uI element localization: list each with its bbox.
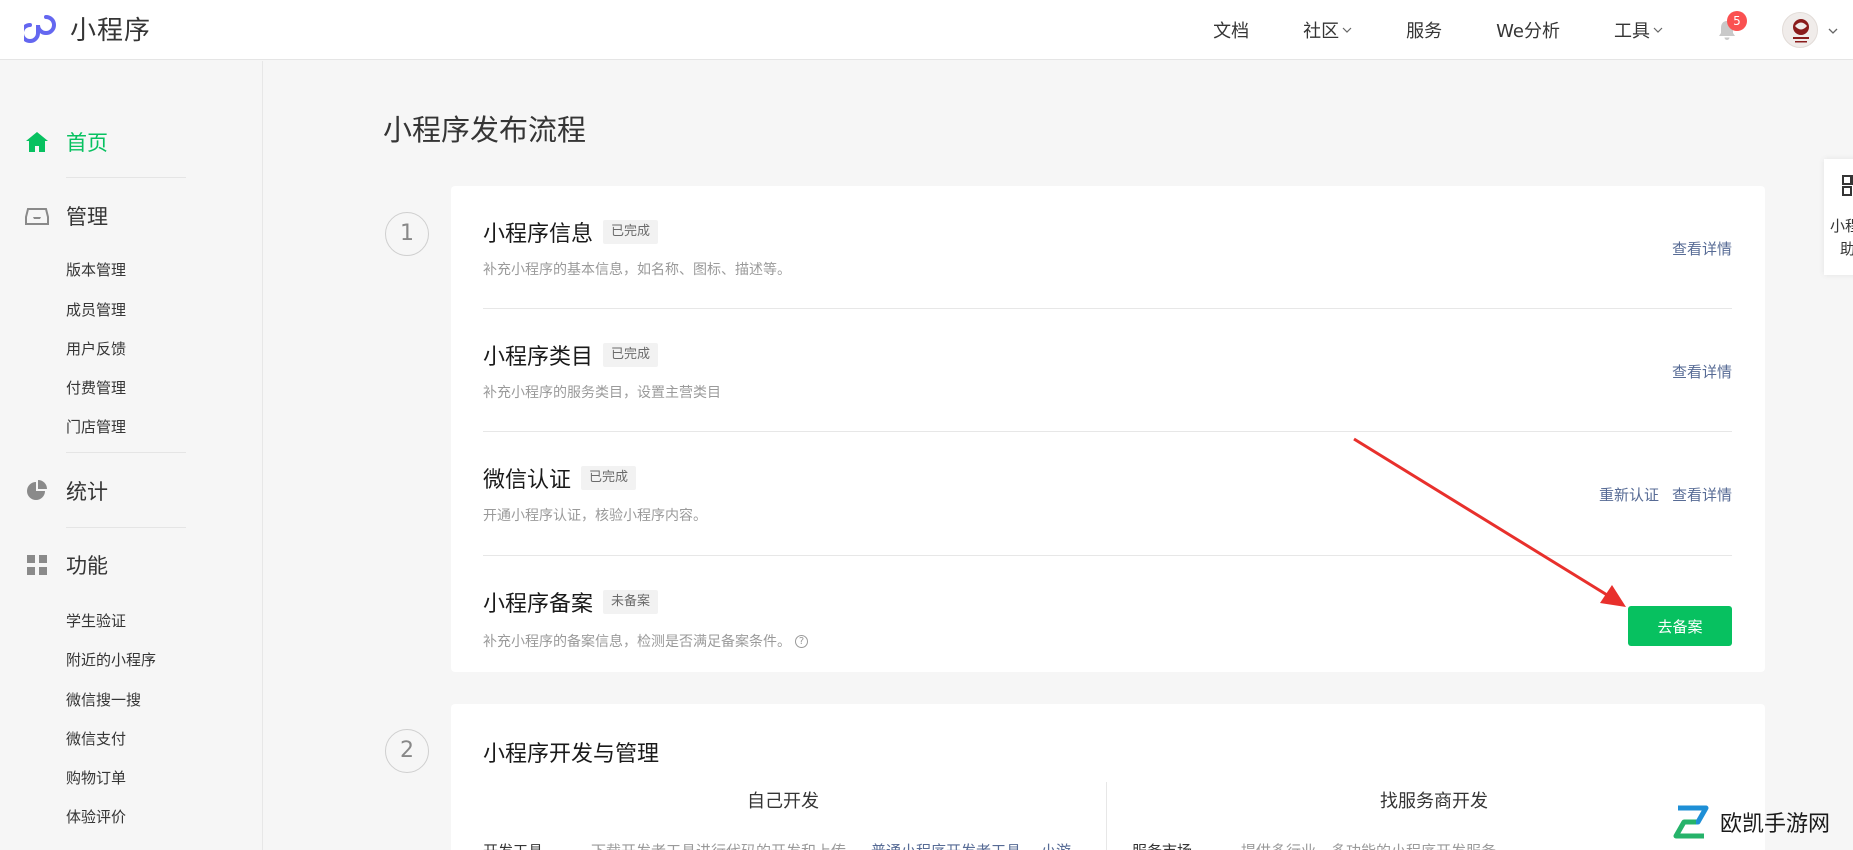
dev-tools-desc: 下载开发者工具进行代码的开发和上传，	[591, 840, 861, 850]
page-title: 小程序发布流程	[383, 113, 587, 147]
col-head-vendor: 找服务商开发	[1380, 791, 1488, 812]
sidebar-sub-reviews[interactable]: 体验评价	[66, 806, 126, 827]
nav-services[interactable]: 服务	[1406, 17, 1442, 43]
sidebar-sub-version[interactable]: 版本管理	[66, 259, 126, 280]
row-desc: 补充小程序的基本信息，如名称、图标、描述等。	[483, 262, 791, 278]
watermark-logo-icon	[1673, 805, 1709, 839]
chevron-down-icon[interactable]	[1827, 25, 1839, 37]
step-number: 1	[385, 212, 429, 256]
sidebar-sub-wechat-pay[interactable]: 微信支付	[66, 728, 126, 749]
nav-community-label: 社区	[1303, 21, 1340, 42]
view-details-link[interactable]: 查看详情	[1672, 238, 1732, 259]
mini-game-link[interactable]: 小游	[1041, 840, 1071, 850]
annotation-arrow	[1353, 437, 1626, 607]
nav-docs-label: 文档	[1213, 21, 1250, 42]
nav-community[interactable]: 社区	[1303, 17, 1352, 43]
nav-services-label: 服务	[1406, 21, 1443, 42]
sidebar-item-features-label: 功能	[66, 554, 108, 578]
home-icon	[26, 132, 48, 152]
sidebar-sub-stores[interactable]: 门店管理	[66, 416, 126, 437]
step-number: 2	[385, 729, 429, 773]
nav-we-analytics-label: We分析	[1496, 21, 1560, 42]
watermark-text: 欧凯手游网	[1720, 812, 1831, 837]
sidebar-item-features[interactable]: 功能	[24, 550, 108, 580]
sidebar-divider	[66, 177, 186, 178]
miniprogram-logo-icon	[24, 14, 56, 43]
float-helper-widget[interactable]: 小程 助	[1824, 159, 1853, 275]
logo[interactable]: 小程序	[24, 10, 151, 47]
service-market-label: 服务市场	[1132, 840, 1192, 850]
sidebar-item-home[interactable]: 首页	[24, 127, 108, 157]
float-text-line1: 小程	[1830, 217, 1853, 235]
nav-tools-label: 工具	[1614, 21, 1650, 42]
row-desc: 补充小程序的备案信息，检测是否满足备案条件。 ?	[483, 631, 808, 651]
watermark: 欧凯手游网	[1668, 802, 1830, 842]
inbox-icon	[25, 208, 49, 225]
top-nav: 文档 社区 服务 We分析 工具	[1159, 0, 1663, 60]
chevron-down-icon	[1342, 27, 1352, 33]
grid-icon	[27, 555, 47, 575]
sidebar-item-stats[interactable]: 统计	[24, 476, 108, 506]
notification-badge: 5	[1727, 11, 1747, 31]
sidebar-item-manage-label: 管理	[66, 205, 108, 229]
row-desc-text: 补充小程序的备案信息，检测是否满足备案条件。	[483, 634, 791, 650]
sidebar: 首页 管理 版本管理 成员管理 用户反馈 付费管理 门店管理 统计 功能 学生验…	[0, 61, 263, 850]
row-desc: 开通小程序认证，核验小程序内容。	[483, 508, 707, 524]
avatar[interactable]	[1782, 12, 1818, 48]
service-market-desc: 提供多行业、多功能的小程序开发服务	[1241, 840, 1496, 850]
row-title-text: 小程序信息	[483, 222, 594, 247]
row-title: 小程序类目 已完成	[483, 339, 659, 371]
row-desc: 补充小程序的服务类目，设置主营类目	[483, 385, 721, 401]
sidebar-divider	[66, 452, 186, 453]
status-badge: 未备案	[603, 590, 659, 614]
dev-tools-link[interactable]: 普通小程序开发者工具	[871, 840, 1021, 850]
nav-tools[interactable]: 工具	[1614, 17, 1663, 43]
nav-docs[interactable]: 文档	[1213, 17, 1249, 43]
column-divider	[1106, 782, 1107, 850]
qrcode-icon	[1842, 175, 1853, 196]
help-icon[interactable]: ?	[795, 634, 808, 648]
sidebar-item-stats-label: 统计	[66, 480, 108, 504]
step-row: 小程序类目 已完成 补充小程序的服务类目，设置主营类目 查看详情	[483, 309, 1732, 432]
view-details-link[interactable]: 查看详情	[1672, 484, 1732, 505]
row-title: 微信认证 已完成	[483, 462, 637, 494]
pie-chart-icon	[27, 480, 47, 500]
sidebar-sub-members[interactable]: 成员管理	[66, 299, 126, 320]
dev-tools-label: 开发工具	[483, 840, 543, 850]
chevron-down-icon	[1653, 27, 1663, 33]
logo-text: 小程序	[70, 16, 152, 46]
sidebar-divider	[66, 527, 186, 528]
step2-title: 小程序开发与管理	[483, 742, 660, 767]
view-details-link[interactable]: 查看详情	[1672, 361, 1732, 382]
sidebar-sub-feedback[interactable]: 用户反馈	[66, 338, 126, 359]
status-badge: 已完成	[603, 343, 659, 367]
row-title-text: 小程序备案	[483, 592, 594, 617]
avatar-emblem-icon	[1793, 19, 1809, 43]
sidebar-item-home-label: 首页	[66, 131, 108, 155]
sidebar-sub-search[interactable]: 微信搜一搜	[66, 689, 141, 710]
nav-we-analytics[interactable]: We分析	[1496, 17, 1560, 43]
status-badge: 已完成	[603, 220, 659, 244]
row-title: 小程序备案 未备案	[483, 586, 659, 618]
row-title: 小程序信息 已完成	[483, 216, 659, 248]
top-header: 小程序 文档 社区 服务 We分析 工具 5	[0, 0, 1853, 60]
sidebar-item-manage[interactable]: 管理	[24, 201, 108, 231]
step-row: 小程序信息 已完成 补充小程序的基本信息，如名称、图标、描述等。 查看详情	[483, 186, 1732, 309]
float-text-line2: 助	[1840, 240, 1853, 258]
sidebar-sub-student-verify[interactable]: 学生验证	[66, 610, 126, 631]
sidebar-sub-orders[interactable]: 购物订单	[66, 767, 126, 788]
row-title-text: 微信认证	[483, 468, 572, 493]
go-filing-button[interactable]: 去备案	[1628, 606, 1732, 646]
step2-card: 小程序开发与管理 自己开发 找服务商开发 开发工具 下载开发者工具进行代码的开发…	[451, 704, 1765, 850]
col-head-self: 自己开发	[747, 791, 819, 812]
sidebar-sub-nearby[interactable]: 附近的小程序	[66, 649, 156, 670]
sidebar-sub-payment[interactable]: 付费管理	[66, 377, 126, 398]
row-title-text: 小程序类目	[483, 345, 594, 370]
status-badge: 已完成	[581, 466, 637, 490]
